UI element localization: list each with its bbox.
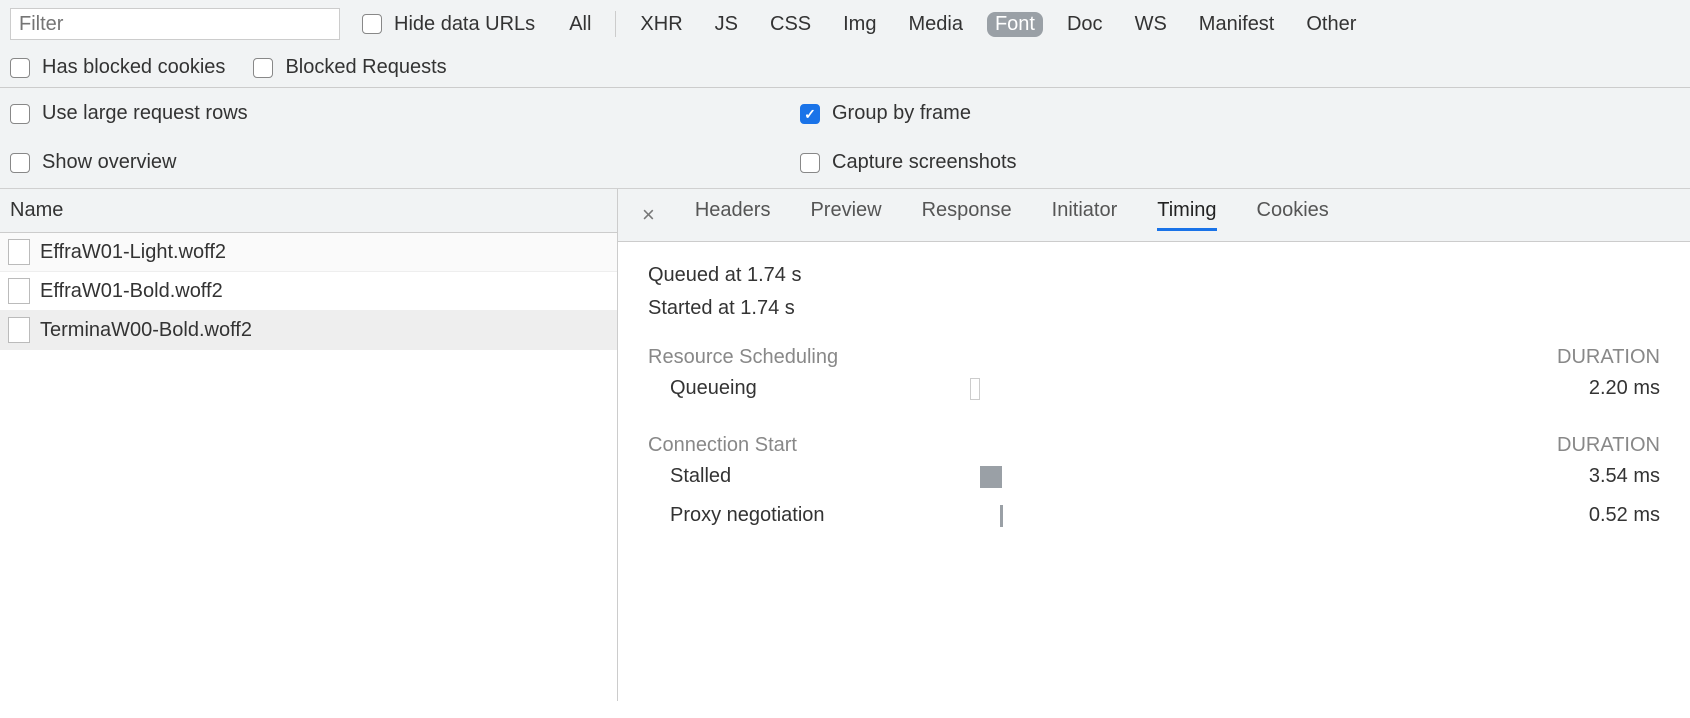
type-filter-font[interactable]: Font (987, 12, 1043, 37)
request-detail-panel: × Headers Preview Response Initiator Timing C… (618, 189, 1690, 701)
filter-row-types: Hide data URLs All XHR JS CSS Img Media Font Do… (10, 8, 1680, 48)
timing-row: Proxy negotiation 0.52 ms (648, 496, 1660, 535)
queued-at: Queued at 1.74 s (648, 264, 1660, 287)
checkbox-icon (10, 153, 30, 173)
checkbox-icon (362, 14, 382, 34)
timing-sections: Resource Scheduling DURATION Queueing 2.20 … (648, 346, 1660, 535)
timing-bar (970, 505, 1090, 527)
use-large-rows-label: Use large request rows (42, 102, 248, 125)
timing-bar (970, 378, 1090, 400)
group-by-frame-checkbox[interactable]: Group by frame (800, 102, 971, 125)
tab-timing[interactable]: Timing (1157, 199, 1216, 231)
tab-headers[interactable]: Headers (695, 199, 771, 231)
hide-data-urls-label: Hide data URLs (394, 13, 535, 36)
request-list-panel: Name EffraW01-Light.woff2 EffraW01-Bold.w… (0, 189, 618, 701)
type-filter-img[interactable]: Img (835, 12, 884, 37)
checkbox-icon (10, 104, 30, 124)
bar-icon (970, 378, 980, 400)
resource-type-filters: All XHR JS CSS Img Media Font Doc WS Manifest Othe… (561, 11, 1364, 37)
request-name: EffraW01-Bold.woff2 (40, 280, 223, 303)
detail-tabs-inner: Headers Preview Response Initiator Timing Coo… (695, 199, 1329, 231)
network-settings-bar: Use large request rows Group by frame Sh… (0, 88, 1690, 189)
timing-section-header: Resource Scheduling DURATION (648, 346, 1660, 369)
has-blocked-cookies-label: Has blocked cookies (42, 56, 225, 79)
has-blocked-cookies-checkbox[interactable]: Has blocked cookies (10, 56, 225, 79)
blocked-requests-label: Blocked Requests (285, 56, 446, 79)
request-row[interactable]: EffraW01-Light.woff2 (0, 233, 617, 272)
type-filter-ws[interactable]: WS (1127, 12, 1175, 37)
section-title: Resource Scheduling (648, 346, 838, 369)
started-at: Started at 1.74 s (648, 297, 1660, 320)
tab-response[interactable]: Response (922, 199, 1012, 231)
timing-row: Queueing 2.20 ms (648, 369, 1660, 408)
section-title: Connection Start (648, 434, 797, 457)
bar-icon (980, 466, 1002, 488)
file-icon (8, 239, 30, 265)
group-by-frame-label: Group by frame (832, 102, 971, 125)
show-overview-checkbox[interactable]: Show overview (10, 151, 177, 174)
timing-label: Queueing (670, 377, 970, 400)
file-icon (8, 278, 30, 304)
timing-row: Stalled 3.54 ms (648, 457, 1660, 496)
checkbox-icon (800, 153, 820, 173)
timing-value: 2.20 ms (1589, 377, 1660, 400)
show-overview-label: Show overview (42, 151, 177, 174)
timing-panel: Queued at 1.74 s Started at 1.74 s Resou… (618, 242, 1690, 557)
capture-screenshots-checkbox[interactable]: Capture screenshots (800, 151, 1017, 174)
file-icon (8, 317, 30, 343)
checkbox-icon (253, 58, 273, 78)
timing-bar (970, 466, 1090, 488)
hide-data-urls-checkbox[interactable]: Hide data URLs (362, 13, 535, 36)
timing-label: Stalled (670, 465, 970, 488)
close-icon[interactable]: × (634, 202, 663, 228)
capture-screenshots-label: Capture screenshots (832, 151, 1017, 174)
tab-preview[interactable]: Preview (810, 199, 881, 231)
settings-line-1: Use large request rows Group by frame (10, 102, 1680, 125)
blocked-requests-checkbox[interactable]: Blocked Requests (253, 56, 446, 79)
name-column-header: Name (10, 199, 63, 221)
use-large-rows-checkbox[interactable]: Use large request rows (10, 102, 248, 125)
request-rows: EffraW01-Light.woff2 EffraW01-Bold.woff2 T… (0, 233, 617, 350)
type-filter-all[interactable]: All (561, 12, 599, 37)
checkbox-icon (10, 58, 30, 78)
detail-tabs: × Headers Preview Response Initiator Timing C… (618, 189, 1690, 242)
network-main: Name EffraW01-Light.woff2 EffraW01-Bold.w… (0, 189, 1690, 701)
request-list-header[interactable]: Name (0, 189, 617, 233)
divider (615, 11, 616, 37)
type-filter-media[interactable]: Media (900, 12, 970, 37)
duration-header: DURATION (1557, 346, 1660, 369)
type-filter-manifest[interactable]: Manifest (1191, 12, 1283, 37)
network-filter-bar: Hide data URLs All XHR JS CSS Img Media Font Do… (0, 0, 1690, 88)
request-row[interactable]: EffraW01-Bold.woff2 (0, 272, 617, 311)
request-name: EffraW01-Light.woff2 (40, 241, 226, 264)
timing-section-header: Connection Start DURATION (648, 434, 1660, 457)
duration-header: DURATION (1557, 434, 1660, 457)
request-name: TerminaW00-Bold.woff2 (40, 319, 252, 342)
type-filter-css[interactable]: CSS (762, 12, 819, 37)
timing-value: 3.54 ms (1589, 465, 1660, 488)
filter-row-blocked: Has blocked cookies Blocked Requests (10, 48, 1680, 79)
timing-value: 0.52 ms (1589, 504, 1660, 527)
tab-initiator[interactable]: Initiator (1052, 199, 1118, 231)
tab-cookies[interactable]: Cookies (1257, 199, 1329, 231)
type-filter-other[interactable]: Other (1298, 12, 1364, 37)
timing-label: Proxy negotiation (670, 504, 970, 527)
type-filter-doc[interactable]: Doc (1059, 12, 1111, 37)
filter-input[interactable] (10, 8, 340, 40)
type-filter-xhr[interactable]: XHR (632, 12, 690, 37)
type-filter-js[interactable]: JS (707, 12, 746, 37)
checkbox-icon (800, 104, 820, 124)
bar-icon (1000, 505, 1003, 527)
settings-line-2: Show overview Capture screenshots (10, 151, 1680, 174)
request-row[interactable]: TerminaW00-Bold.woff2 (0, 311, 617, 350)
